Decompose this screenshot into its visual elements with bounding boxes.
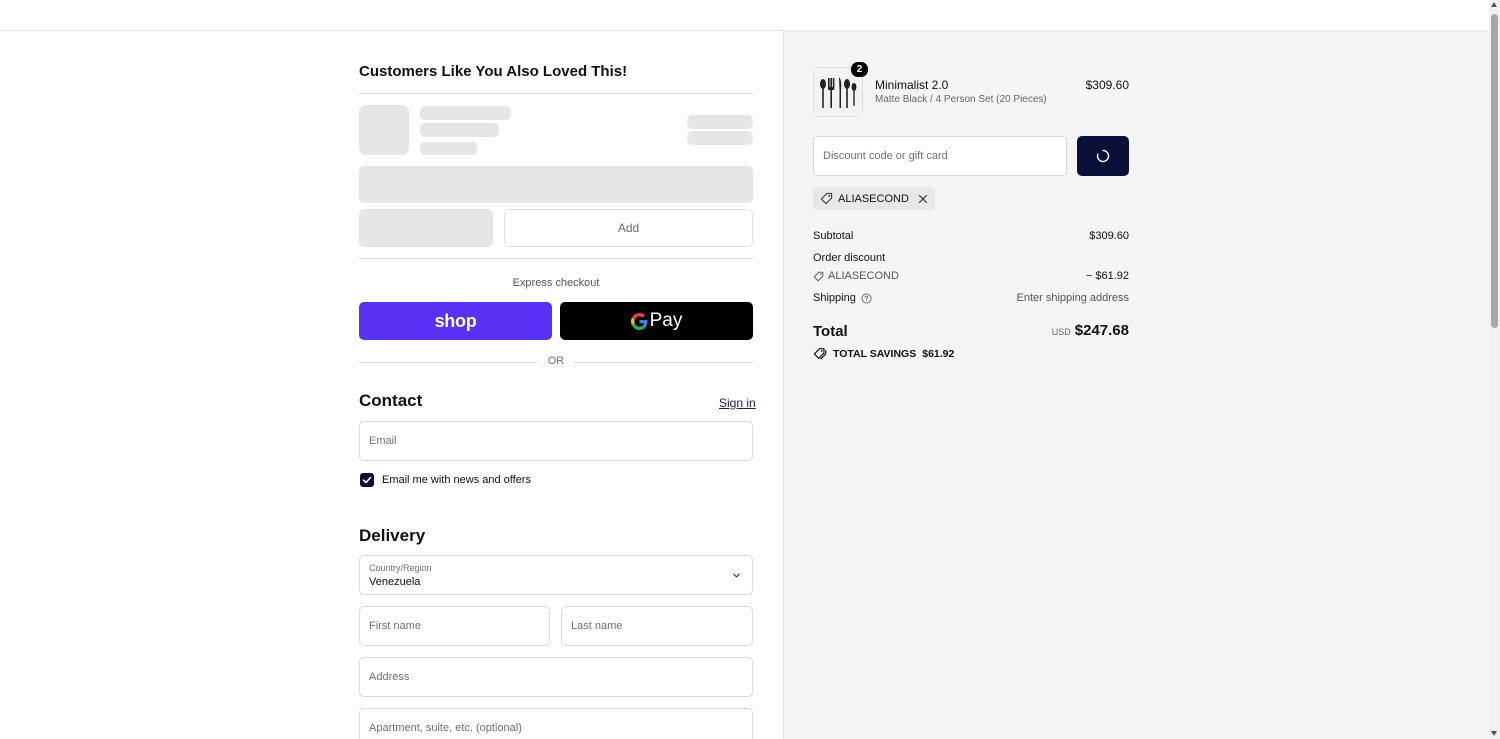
product-price: $309.60 [1085, 78, 1129, 92]
delivery-heading: Delivery [359, 526, 426, 545]
shop-pay-logo-text: shop [434, 310, 477, 331]
shop-pay-button[interactable]: shop [359, 302, 552, 340]
or-label: OR [547, 355, 565, 367]
last-name-field[interactable] [561, 606, 753, 646]
or-divider: OR [359, 354, 753, 370]
address-input[interactable] [369, 671, 752, 683]
applied-discount-chip: ALIASECOND [813, 187, 935, 210]
express-checkout-label: Express checkout [512, 277, 600, 289]
google-pay-label: Pay [649, 310, 683, 331]
first-name-input[interactable] [369, 620, 549, 632]
tag-icon [813, 348, 827, 360]
help-circle-icon[interactable] [861, 292, 872, 304]
discount-amount: − $61.92 [1085, 270, 1129, 282]
total-label: Total [813, 323, 848, 340]
divider [359, 258, 753, 259]
shipping-label: Shipping [813, 292, 856, 304]
upsell-image-placeholder [359, 105, 409, 155]
upsell-meta-placeholder [420, 142, 477, 155]
total-value-group: USD $247.68 [950, 322, 1129, 340]
currency-code: USD [1051, 327, 1071, 337]
sign-in-link[interactable]: Sign in [719, 396, 756, 410]
quantity-badge: 2 [851, 62, 868, 77]
country-select-label: Country/Region [369, 563, 432, 573]
upsell-quantity-placeholder [359, 209, 493, 247]
scroll-up-arrow-icon[interactable] [1491, 2, 1497, 7]
email-input[interactable] [369, 435, 752, 447]
subtotal-label: Subtotal [813, 230, 854, 242]
upsell-subtitle-placeholder [420, 123, 499, 137]
loading-spinner-icon [1096, 149, 1110, 163]
scroll-down-arrow-icon[interactable] [1491, 731, 1497, 736]
tag-icon [820, 192, 833, 205]
applied-discount-code: ALIASECOND [838, 192, 909, 205]
apartment-field[interactable] [359, 708, 753, 739]
shipping-row: Shipping [813, 292, 872, 304]
first-name-field[interactable] [359, 606, 550, 646]
address-field[interactable] [359, 657, 753, 697]
upsell-add-button[interactable]: Add [504, 209, 753, 247]
divider-line-right [573, 362, 753, 363]
apply-discount-button[interactable] [1077, 136, 1129, 176]
discount-input[interactable] [823, 150, 1066, 162]
discount-code-row: ALIASECOND [813, 270, 899, 282]
total-amount: $247.68 [1074, 322, 1129, 339]
country-select-value: Venezuela [369, 576, 421, 588]
product-variant: Matte Black / 4 Person Set (20 Pieces) [875, 94, 1047, 105]
upsell-price-placeholder [687, 115, 753, 129]
upsell-title-placeholder [420, 106, 511, 120]
checkmark-icon [362, 476, 372, 484]
product-name: Minimalist 2.0 [875, 78, 949, 92]
upsell-compare-price-placeholder [687, 131, 753, 145]
chevron-down-icon [733, 573, 740, 578]
order-discount-label: Order discount [813, 252, 886, 264]
upsell-variant-select-placeholder [359, 166, 753, 203]
discount-code-label: ALIASECOND [828, 270, 899, 282]
contact-heading: Contact [359, 391, 423, 410]
close-icon [918, 194, 928, 203]
tag-icon [813, 271, 824, 281]
email-field[interactable] [359, 421, 753, 461]
discount-field[interactable] [813, 136, 1067, 176]
divider [359, 93, 753, 94]
page-scrollbar[interactable] [1489, 0, 1500, 739]
newsletter-label: Email me with news and offers [382, 474, 531, 486]
scrollbar-thumb[interactable] [1491, 14, 1498, 328]
apartment-input[interactable] [369, 722, 752, 734]
savings-amount: $61.92 [922, 347, 955, 360]
shipping-value: Enter shipping address [1016, 292, 1129, 304]
google-pay-button[interactable]: Pay [560, 302, 753, 340]
remove-discount-button[interactable] [918, 194, 928, 204]
subtotal-value: $309.60 [1089, 230, 1129, 242]
total-savings-row: TOTAL SAVINGS $61.92 [813, 347, 954, 360]
last-name-input[interactable] [571, 620, 752, 632]
country-select[interactable]: Country/Region Venezuela [359, 555, 753, 595]
upsell-title: Customers Like You Also Loved This! [359, 63, 628, 80]
savings-label: TOTAL SAVINGS [833, 347, 917, 360]
newsletter-checkbox[interactable] [360, 473, 374, 487]
google-g-icon [630, 312, 648, 330]
top-bar [0, 0, 1489, 31]
